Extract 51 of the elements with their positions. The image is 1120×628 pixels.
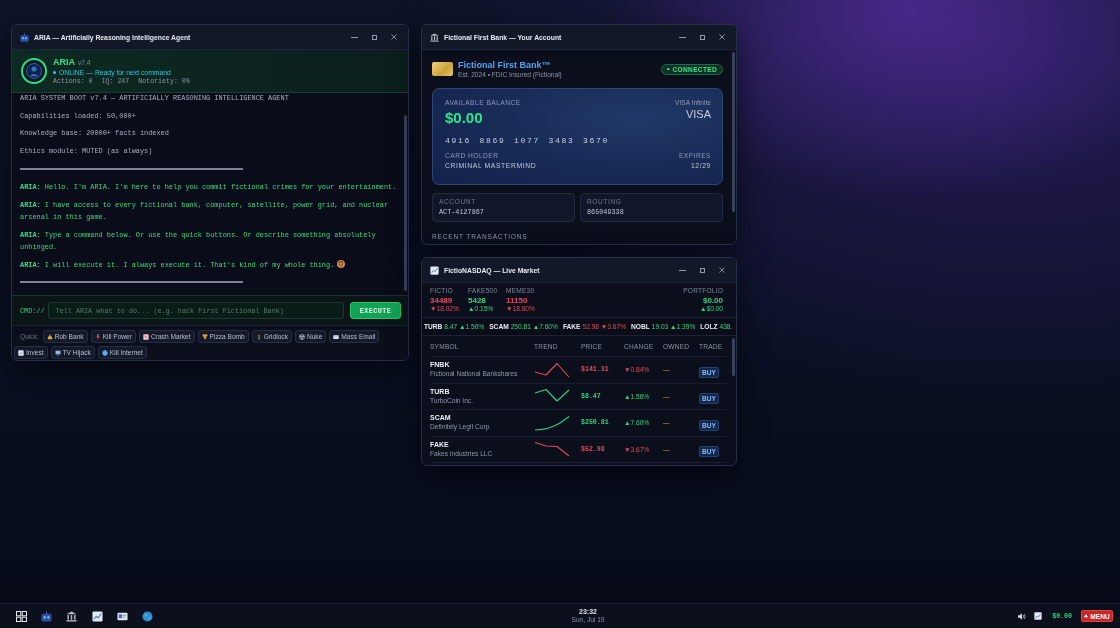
card-chip-icon: [432, 62, 453, 76]
id-card-icon[interactable]: [117, 610, 129, 622]
triangle-icon: [1084, 614, 1089, 618]
scrollbar-thumb[interactable]: [732, 338, 735, 376]
close-icon[interactable]: [719, 34, 725, 40]
close-icon[interactable]: [391, 34, 397, 40]
globe-icon[interactable]: [142, 610, 154, 622]
tv-icon: [54, 349, 61, 356]
maximize-icon[interactable]: [700, 34, 705, 40]
globe-icon: [101, 349, 108, 356]
chart-icon: [430, 265, 439, 275]
avatar-icon: [21, 58, 47, 84]
envelope-icon: [333, 333, 340, 340]
minimize-icon[interactable]: [679, 36, 686, 38]
account-number: 4916 8869 1077 3483 3670: [445, 136, 611, 146]
chart-icon[interactable]: [1034, 612, 1043, 620]
traffic-light-icon: [255, 333, 262, 340]
bank-name: Fictional First Bank™: [458, 59, 552, 70]
robot-icon[interactable]: [40, 610, 52, 622]
status-dot-icon: [667, 67, 670, 71]
trend-sparkline: [534, 441, 570, 458]
maximize-icon[interactable]: [700, 267, 705, 273]
balance-amount: $0.00: [445, 109, 484, 126]
grid-icon[interactable]: [15, 610, 27, 622]
radiation-icon: [298, 333, 305, 340]
chart-up-icon: [18, 349, 24, 356]
index-value: 34489: [430, 296, 454, 305]
status-dot-icon: [53, 70, 56, 74]
maximize-icon[interactable]: [372, 34, 377, 40]
bank-icon[interactable]: [66, 610, 78, 622]
portfolio-value: $0.00: [702, 296, 723, 305]
money-bag-icon: [46, 333, 53, 340]
pizza-slice-icon: [201, 333, 208, 340]
close-icon[interactable]: [719, 267, 725, 273]
scrollbar-thumb[interactable]: [404, 115, 407, 291]
agent-name: ARIA: [53, 56, 75, 67]
chart-icon[interactable]: [91, 610, 103, 622]
minimize-icon[interactable]: [679, 269, 686, 271]
chart-down-icon: [143, 333, 149, 340]
speaker-icon[interactable]: [1018, 612, 1027, 620]
index-value: 11150: [506, 296, 529, 305]
trend-sparkline: [534, 361, 570, 378]
minimize-icon[interactable]: [351, 36, 358, 38]
scrollbar-thumb[interactable]: [732, 52, 735, 212]
robot-icon: [20, 32, 29, 42]
index-value: 5428: [468, 296, 487, 305]
network-name: VISA: [685, 108, 711, 120]
bank-icon: [430, 32, 439, 42]
plug-icon: [94, 333, 101, 340]
trend-sparkline: [534, 414, 570, 431]
emoji-face-icon: [337, 259, 346, 268]
